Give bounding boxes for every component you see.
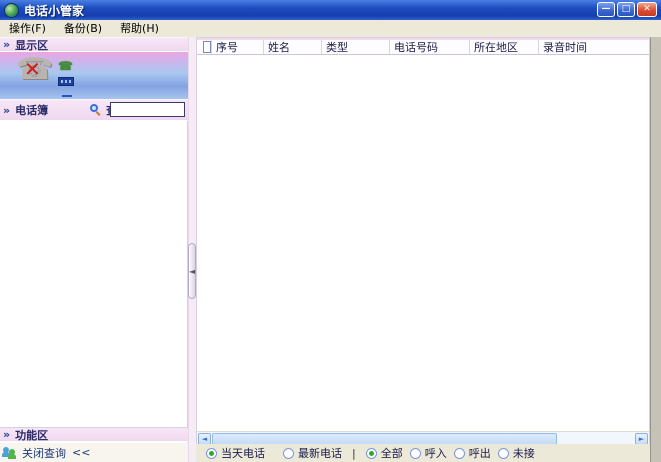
column-header-name[interactable]: 姓名 [263,40,321,54]
column-header-number[interactable]: 电话号码 [389,40,469,54]
minimize-button[interactable]: — [597,2,615,17]
double-chevron-icon: » [3,428,10,441]
filter-bar: 当天电话 最新电话 | 全部 呼入 呼出 未接 [196,444,661,462]
users-icon [3,447,17,459]
menu-bar: 操作(F) 备份(B) 帮助(H) [0,20,661,38]
radio-latest-phone[interactable] [283,448,294,459]
maximize-button[interactable]: □ [617,2,635,17]
radio-day-phone-label[interactable]: 当天电话 [221,445,265,461]
radio-all-label[interactable]: 全部 [381,445,403,461]
column-header-index[interactable]: 序号 [211,40,263,54]
select-all-checkbox[interactable] [203,41,211,53]
close-query-label: 关闭查询 [22,445,66,461]
device-badge-icon [58,77,74,86]
close-button[interactable]: ✕ [637,2,657,17]
display-section-label: 显示区 [15,37,48,53]
red-cross-icon: ✕ [24,60,48,78]
menu-help[interactable]: 帮助(H) [111,21,168,36]
window-frame-right [650,37,661,462]
radio-day-phone[interactable] [206,448,217,459]
radio-incoming-label[interactable]: 呼入 [425,445,447,461]
call-record-table: 序号 姓名 类型 电话号码 所在地区 录音时间 ◄ ► [196,37,650,462]
section-header-phonebook[interactable]: » 电话簿 查找 [0,99,188,121]
section-header-function[interactable]: » 功能区 [0,427,188,442]
radio-missed-label[interactable]: 未接 [513,445,535,461]
phone-online-icon: ☎ [58,60,72,73]
radio-incoming[interactable] [410,448,421,459]
status-link-dash [62,95,72,97]
select-all-cell[interactable] [197,40,211,54]
search-icon [90,104,102,116]
phonebook-section-label: 电话簿 [15,102,48,118]
column-header-region[interactable]: 所在地区 [469,40,538,54]
app-icon [4,3,19,18]
double-chevron-icon: » [3,38,10,51]
search-input[interactable] [110,102,185,117]
function-section-label: 功能区 [15,427,48,443]
radio-latest-phone-label[interactable]: 最新电话 [298,445,342,461]
radio-outgoing[interactable] [454,448,465,459]
section-header-display[interactable]: » 显示区 [0,37,188,52]
double-chevron-icon: » [3,104,10,117]
title-bar: 电话小管家 — □ ✕ [0,0,661,20]
radio-outgoing-label[interactable]: 呼出 [469,445,491,461]
column-header-type[interactable]: 类型 [321,40,389,54]
collapse-chevrons: << [72,446,90,459]
window-title: 电话小管家 [24,2,84,19]
menu-operate[interactable]: 操作(F) [0,21,55,36]
filter-separator: | [352,447,356,460]
radio-missed[interactable] [498,448,509,459]
column-header-time[interactable]: 录音时间 [538,40,649,54]
splitter-collapse-handle[interactable]: ◄ [188,243,196,299]
radio-all[interactable] [366,448,377,459]
table-body-empty [197,55,649,431]
table-header-row: 序号 姓名 类型 电话号码 所在地区 录音时间 [197,38,649,55]
close-query-button[interactable]: 关闭查询 << [0,443,188,462]
horizontal-scrollbar[interactable]: ◄ ► [197,431,649,445]
menu-backup[interactable]: 备份(B) [55,21,111,36]
